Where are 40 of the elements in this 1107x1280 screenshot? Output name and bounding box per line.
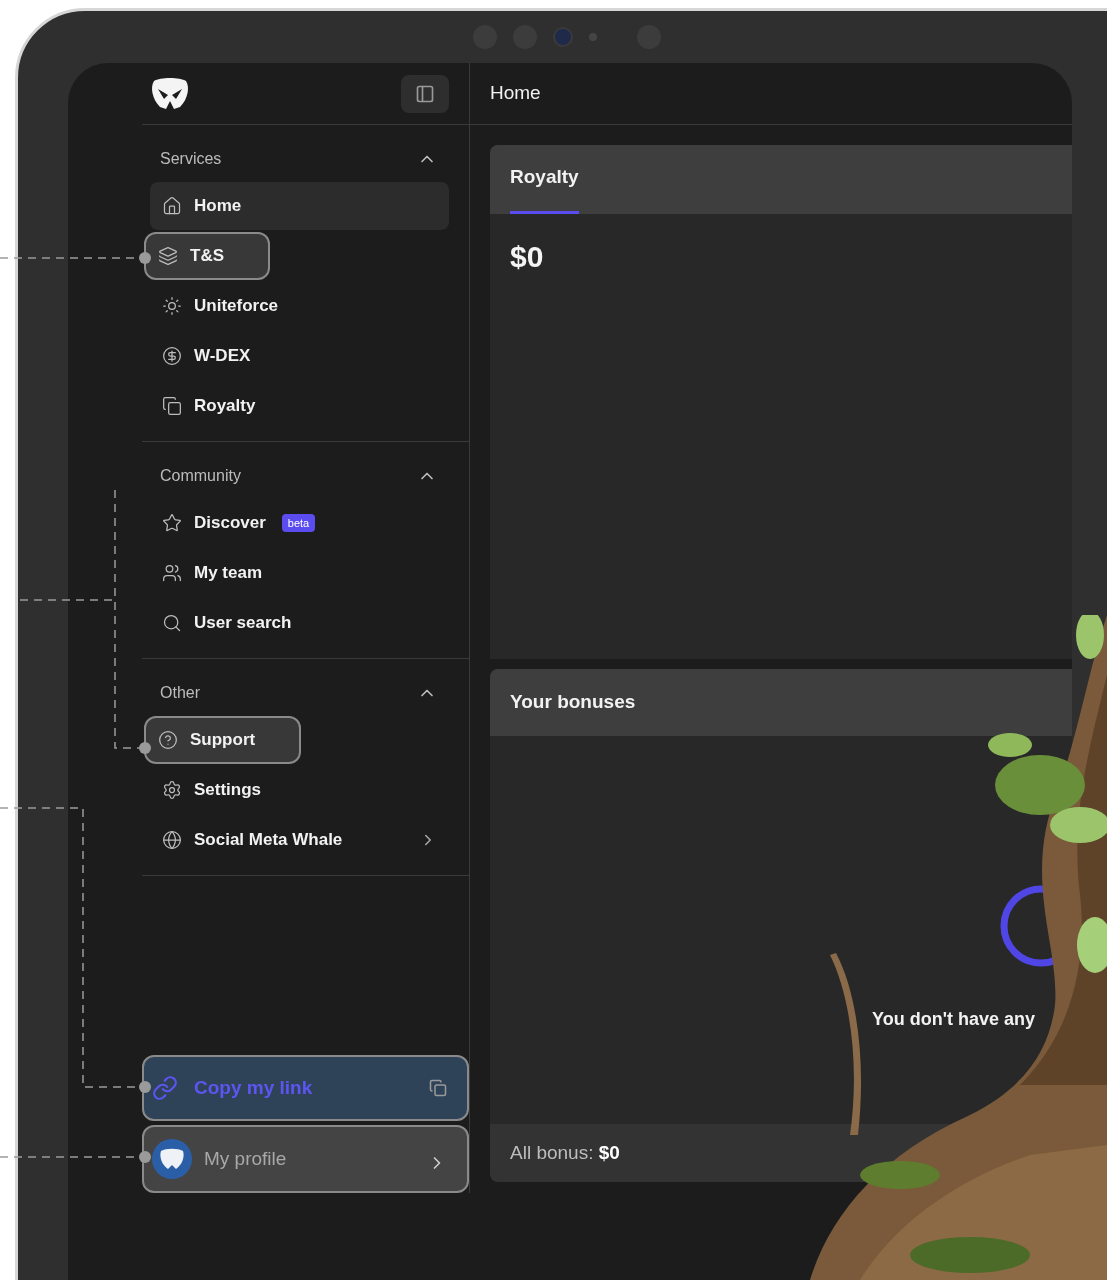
royalty-amount: $0 — [510, 239, 545, 275]
sidebar-item[interactable]: User search — [150, 599, 449, 647]
sidebar-item[interactable]: Social Meta Whale — [150, 816, 449, 864]
dollar-icon — [162, 346, 182, 366]
sidebar-item[interactable]: Settings — [150, 766, 449, 814]
layers-icon — [158, 246, 178, 266]
star-icon — [162, 513, 182, 533]
link-icon — [152, 1075, 178, 1101]
section-header[interactable]: Community — [142, 460, 469, 492]
sidebar-toggle-button[interactable] — [401, 74, 449, 113]
users-icon — [162, 563, 182, 583]
cards-icon — [162, 396, 182, 416]
settings-icon — [162, 780, 182, 800]
camera-lens — [553, 27, 573, 47]
globe-icon — [162, 830, 182, 850]
beta-badge: beta — [281, 513, 316, 533]
sidebar-item[interactable]: Discover beta — [150, 499, 449, 547]
card-title: Your bonuses — [510, 690, 636, 715]
help-icon — [158, 730, 178, 750]
sidebar-item[interactable]: Home — [150, 182, 449, 230]
section-header[interactable]: Other — [142, 677, 469, 709]
logo-icon — [150, 76, 190, 111]
sidebar-item[interactable]: Support — [144, 716, 302, 764]
section-header[interactable]: Services — [142, 143, 469, 175]
copy-icon — [429, 1079, 447, 1097]
sidebar-item[interactable]: W-DEX — [150, 332, 449, 380]
empty-message: You don't have any — [872, 1008, 1035, 1031]
sun-icon — [162, 296, 182, 316]
sidebar-item[interactable]: My team — [150, 549, 449, 597]
sidebar-item[interactable]: Royalty — [150, 382, 449, 430]
bonus-total: All bonus: $0 — [510, 1140, 620, 1165]
page-title: Home — [490, 81, 541, 106]
sidebar-item[interactable]: Uniteforce — [150, 282, 449, 330]
home-icon — [162, 196, 182, 216]
avatar-icon — [152, 1139, 192, 1179]
search-icon — [162, 613, 182, 633]
card-tab[interactable]: Royalty — [510, 162, 579, 214]
panel-icon — [415, 83, 435, 104]
sidebar-item[interactable]: T&S — [144, 232, 270, 280]
profile-button[interactable]: My profile — [142, 1125, 469, 1193]
